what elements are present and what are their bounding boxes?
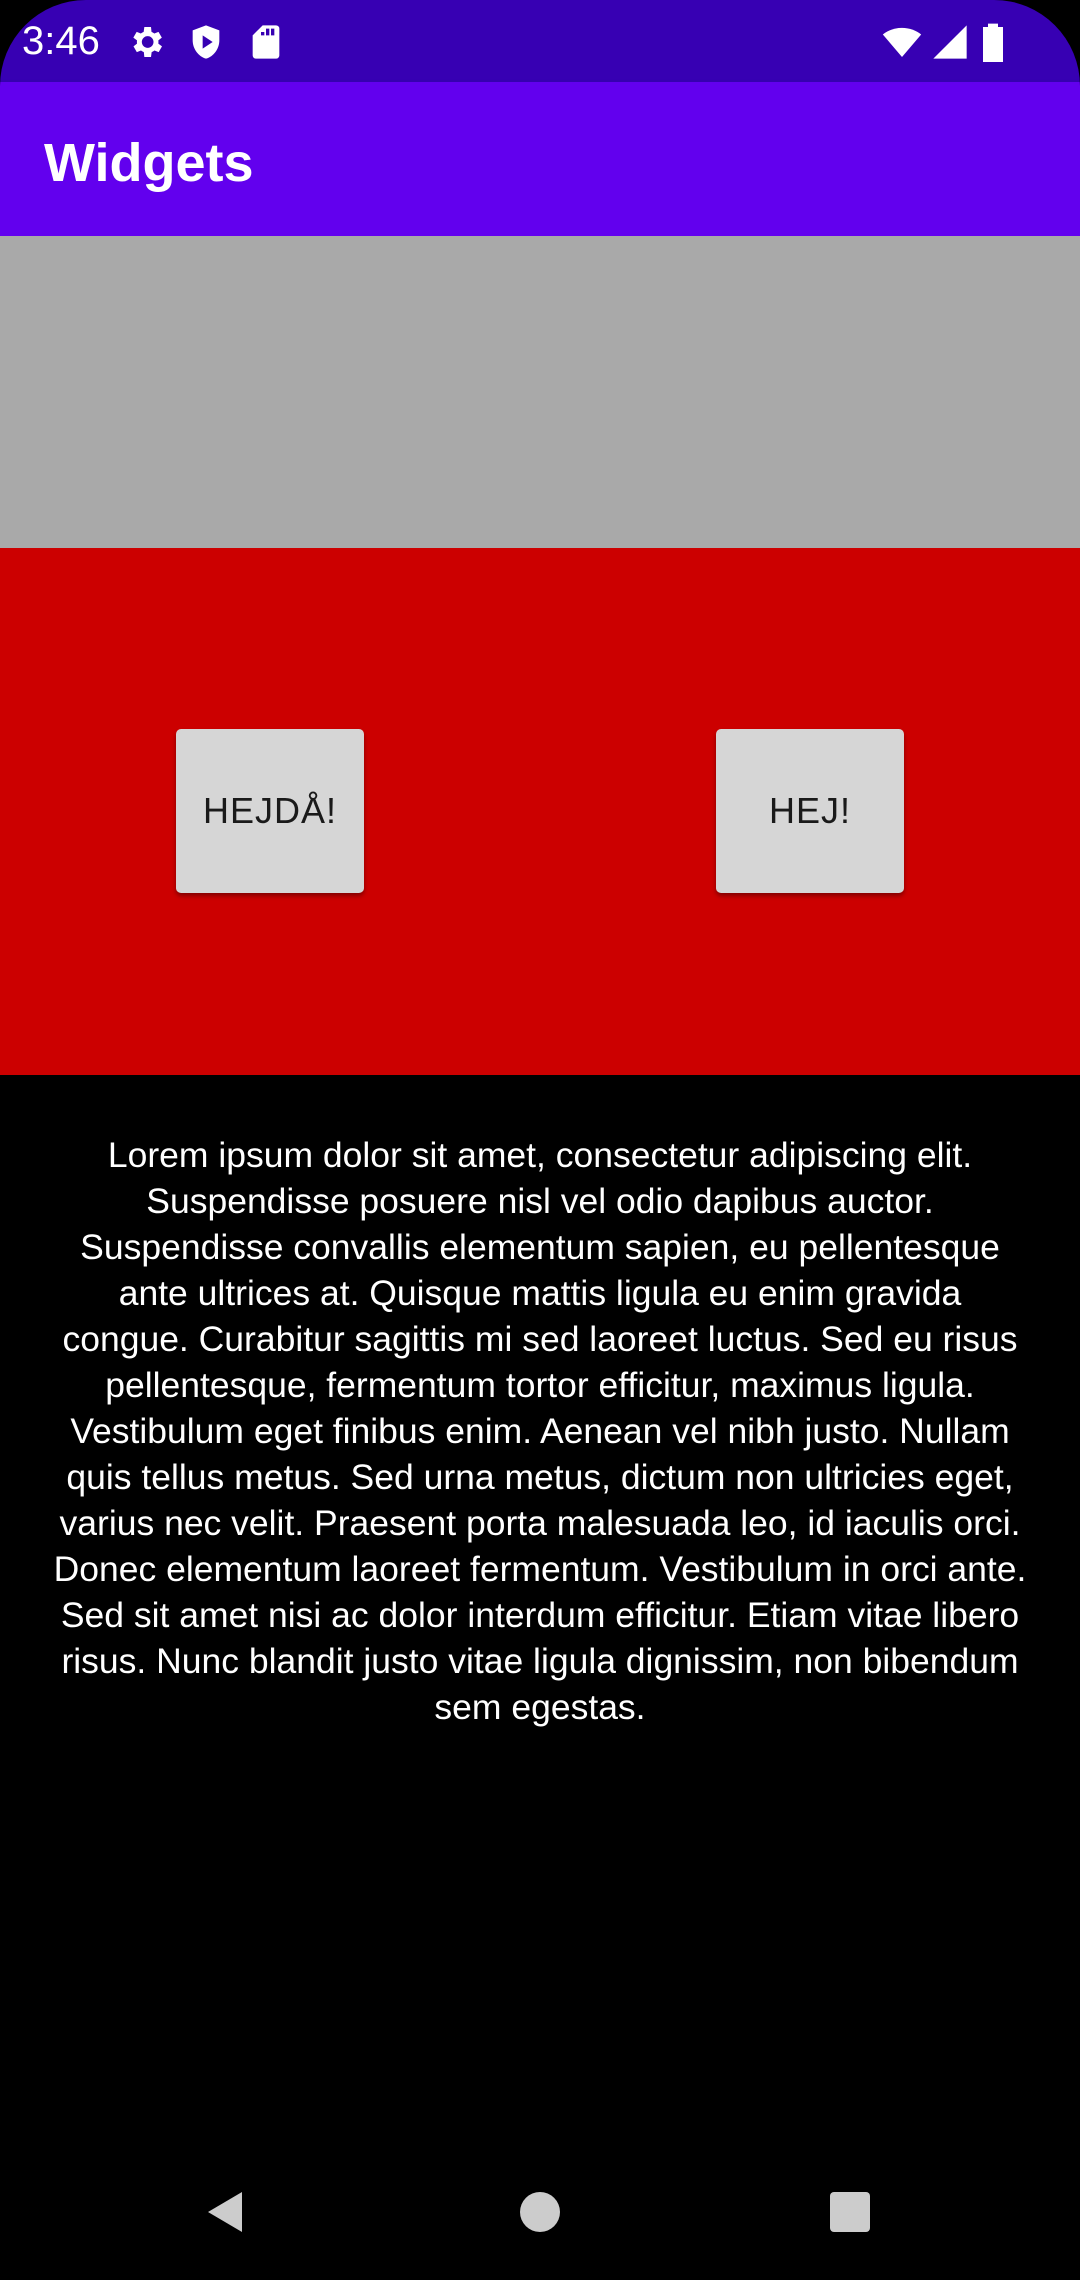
app-bar: Widgets [0,82,1080,236]
app-title: Widgets [44,133,254,193]
shield-icon [186,22,226,62]
recents-icon[interactable] [826,2188,874,2236]
status-time: 3:46 [22,19,100,63]
status-bar: 3:46 [0,0,1080,82]
wifi-icon [880,22,924,62]
battery-icon [978,22,1008,62]
sd-card-icon [246,22,286,62]
back-icon[interactable] [202,2188,250,2236]
body-text: Lorem ipsum dolor sit amet, consectetur … [53,1135,1027,1727]
red-panel: HEJDÅ! HEJ! [0,548,1080,1075]
signal-icon [930,22,970,62]
home-icon[interactable] [516,2188,564,2236]
gear-icon [126,22,166,62]
navigation-bar [0,2140,1080,2280]
hej-button[interactable]: HEJ! [716,729,904,893]
hejda-button[interactable]: HEJDÅ! [176,729,364,893]
gray-panel [0,236,1080,548]
phone-screen: 3:46 Widgets HEJDÅ! HEJ! Lorem ipsum dol… [0,0,1080,2280]
